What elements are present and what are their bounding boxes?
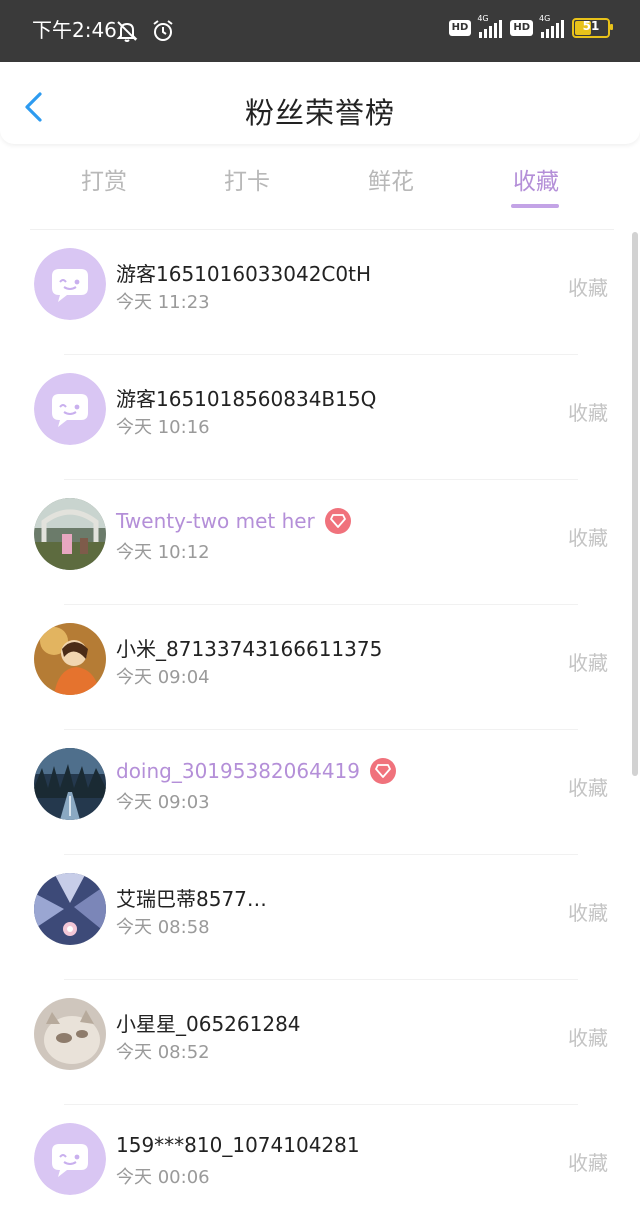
item-time: 今天 10:12 [116, 542, 210, 563]
tab-reward[interactable]: 打赏 [49, 162, 159, 196]
avatar [34, 498, 106, 570]
tab-flowers[interactable]: 鲜花 [336, 162, 446, 196]
list-item[interactable]: 小米_87133743166611375 今天 09:04 收藏 [0, 605, 640, 730]
item-time: 今天 09:04 [116, 667, 210, 688]
avatar [34, 998, 106, 1070]
favorite-label: 收藏 [568, 526, 608, 550]
favorite-label: 收藏 [568, 776, 608, 800]
fan-list: 游客1651016033042C0tH 今天 11:23 收藏 游客165101… [0, 230, 640, 1230]
list-item[interactable]: 159***810_1074104281 今天 00:06 收藏 [0, 1105, 640, 1230]
list-item[interactable]: 游客1651016033042C0tH 今天 11:23 收藏 [0, 230, 640, 355]
item-time: 今天 08:52 [116, 1042, 210, 1063]
item-time: 今天 09:03 [116, 792, 210, 813]
default-avatar-icon [34, 248, 106, 320]
hd-badge: HD [448, 20, 472, 36]
diamond-icon [370, 758, 397, 784]
battery-icon: 51 [572, 18, 613, 38]
signal-icon-2: 4G [539, 14, 564, 38]
hd-badge-2: HD [510, 20, 533, 36]
status-time: 下午2:46 [32, 18, 117, 42]
favorite-label: 收藏 [568, 651, 608, 675]
battery-level: 51 [582, 19, 600, 33]
user-name: 艾瑞巴蒂8577… [116, 887, 267, 911]
item-time: 今天 08:58 [116, 917, 210, 938]
list-item[interactable]: 艾瑞巴蒂8577… 今天 08:58 收藏 [0, 855, 640, 980]
item-time: 今天 10:16 [116, 417, 210, 438]
tab-favorites[interactable]: 收藏 [481, 162, 591, 196]
scrollbar[interactable] [632, 232, 638, 776]
favorite-label: 收藏 [568, 901, 608, 925]
favorite-label: 收藏 [568, 1026, 608, 1050]
default-avatar-icon [34, 373, 106, 445]
favorite-label: 收藏 [568, 1151, 608, 1175]
user-name: 游客1651018560834B15Q [116, 387, 377, 411]
item-time: 今天 11:23 [116, 292, 210, 313]
mute-bell-icon [116, 21, 138, 42]
default-avatar-icon [34, 1123, 106, 1195]
active-tab-indicator [511, 204, 559, 208]
list-item[interactable]: 小星星_065261284 今天 08:52 收藏 [0, 980, 640, 1105]
diamond-icon [324, 508, 351, 534]
user-name: 159***810_1074104281 [116, 1133, 360, 1157]
list-item[interactable]: 游客1651018560834B15Q 今天 10:16 收藏 [0, 355, 640, 480]
user-name: 小星星_065261284 [116, 1012, 301, 1036]
page-title: 粉丝荣誉榜 [244, 96, 395, 130]
tab-bar: 打赏 打卡 鲜花 收藏 [0, 144, 640, 230]
alarm-icon [153, 20, 173, 41]
list-item[interactable]: Twenty-two met her 今天 10:12 收藏 [0, 480, 640, 605]
item-time: 今天 00:06 [116, 1167, 210, 1188]
list-item[interactable]: doing_30195382064419 今天 09:03 收藏 [0, 730, 640, 855]
avatar [34, 873, 106, 945]
user-name: 游客1651016033042C0tH [116, 262, 371, 286]
favorite-label: 收藏 [568, 401, 608, 425]
avatar [34, 748, 106, 820]
signal-icon: 4G [477, 14, 503, 38]
status-bar: 下午2:46 HD 4G HD 4G 51 [0, 0, 640, 62]
tab-checkin[interactable]: 打卡 [192, 162, 302, 196]
favorite-label: 收藏 [568, 276, 608, 300]
avatar [34, 623, 106, 695]
top-bar: 粉丝荣誉榜 [0, 62, 640, 144]
user-name: 小米_87133743166611375 [116, 637, 383, 661]
user-name: Twenty-two met her [116, 508, 351, 534]
user-name: doing_30195382064419 [116, 758, 397, 784]
